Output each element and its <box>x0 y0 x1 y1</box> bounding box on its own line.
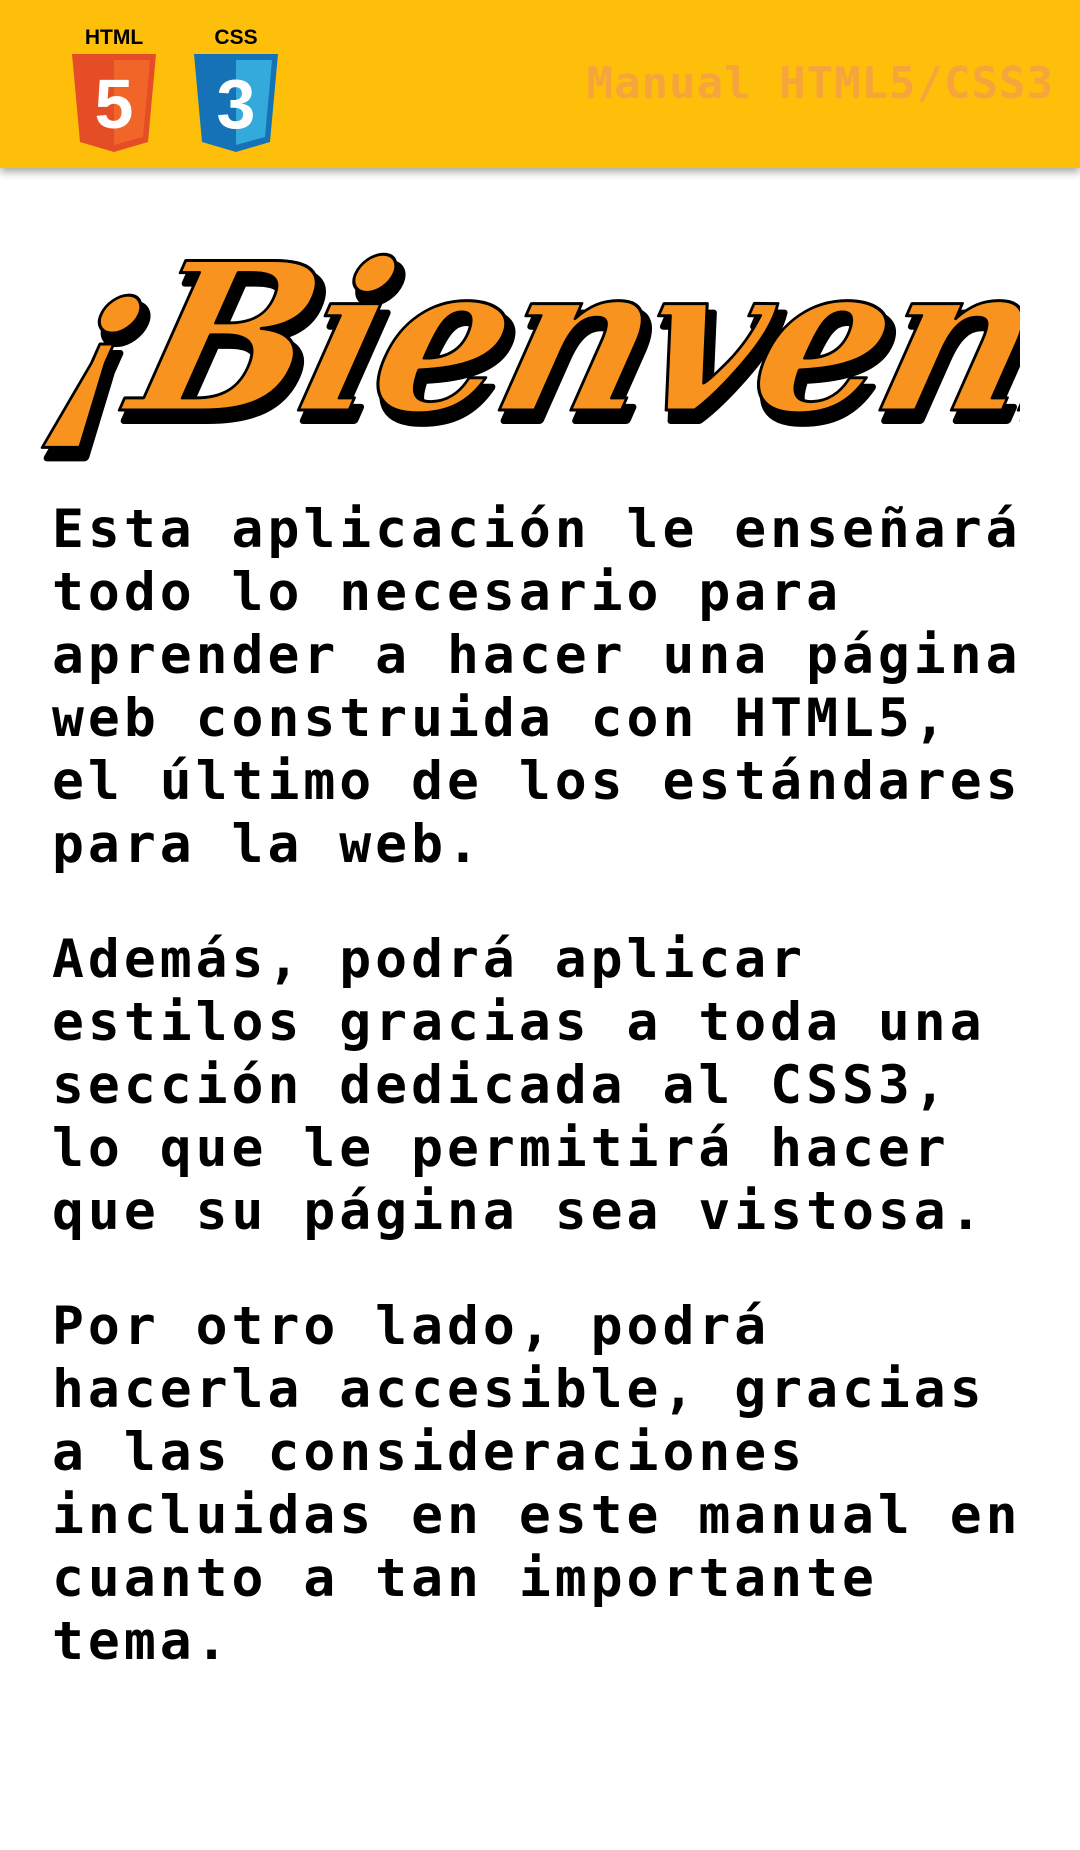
intro-paragraph: Esta aplicación le enseñará todo lo nece… <box>52 499 1022 875</box>
app-title: Manual HTML5/CSS3 <box>586 58 1054 109</box>
welcome-title: ¡Bienvenido! <box>40 219 1020 459</box>
welcome-banner: ¡Bienvenido! ¡Bienvenido! <box>40 217 1020 462</box>
html-logo-label: HTML <box>85 26 143 49</box>
css-paragraph: Además, podrá aplicar estilos gracias a … <box>52 929 986 1242</box>
css-logo-number: 3 <box>217 65 256 143</box>
accessibility-paragraph: Por otro lado, podrá hacerla accesible, … <box>52 1296 1022 1672</box>
html-logo-number: 5 <box>95 65 134 143</box>
app-bar: HTML 5 CSS 3 Manual HTML5/CSS3 <box>0 0 1080 168</box>
content: Esta aplicación le enseñará todo lo nece… <box>52 498 1042 1725</box>
css-logo-label: CSS <box>214 26 257 49</box>
css3-logo-icon: CSS 3 <box>194 26 278 152</box>
html5-logo-icon: HTML 5 <box>72 26 156 152</box>
